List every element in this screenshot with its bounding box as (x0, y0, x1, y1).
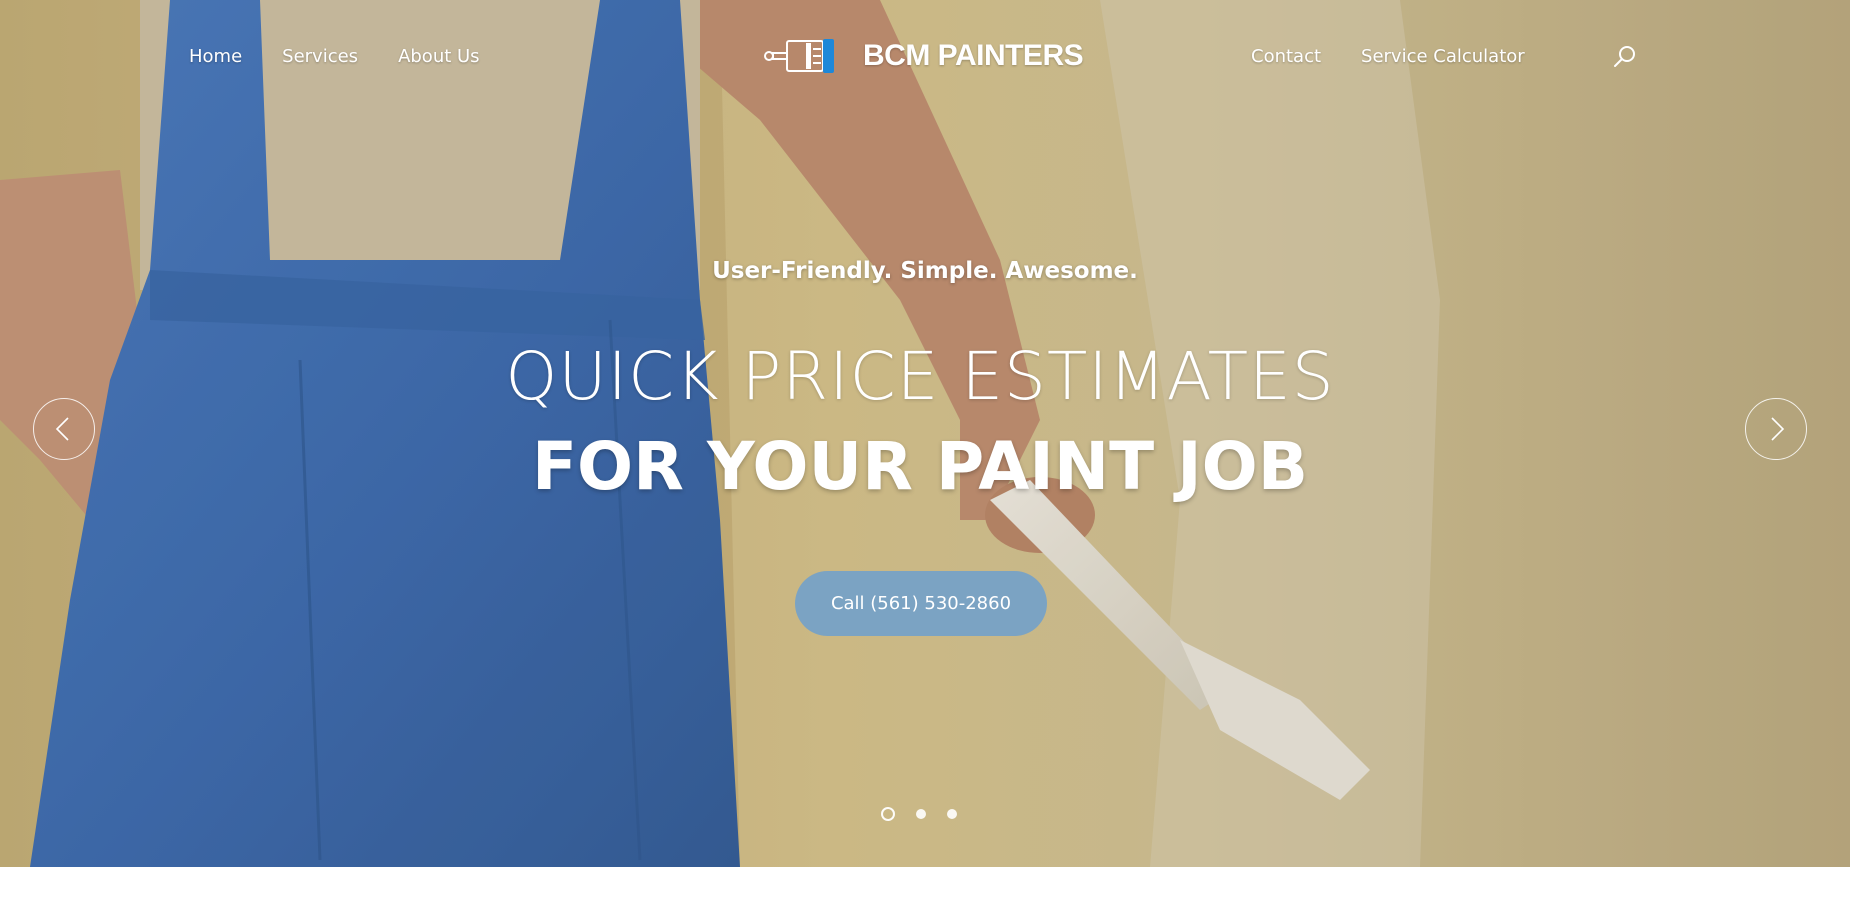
nav-home[interactable]: Home (189, 46, 242, 67)
paintbrush-logo-icon (764, 39, 834, 73)
hero-slider: Home Services About Us BCM PAINTERS Cont… (0, 0, 1850, 867)
call-button[interactable]: Call (561) 530-2860 (795, 571, 1047, 636)
slider-dot-3[interactable] (947, 809, 957, 819)
search-icon[interactable] (1612, 44, 1638, 70)
nav-services[interactable]: Services (282, 46, 358, 67)
nav-about-us[interactable]: About Us (398, 46, 480, 67)
logo-text: BCM PAINTERS (863, 39, 1084, 72)
main-nav-right: Contact Service Calculator (1251, 46, 1525, 67)
site-logo[interactable]: BCM PAINTERS (763, 36, 1084, 76)
slider-prev-button[interactable] (33, 398, 95, 460)
main-nav-left: Home Services About Us (189, 46, 480, 67)
nav-contact[interactable]: Contact (1251, 46, 1321, 67)
slider-next-button[interactable] (1745, 398, 1807, 460)
hero-headline-line1: QUICK PRICE ESTIMATES (505, 338, 1335, 415)
slider-dot-2[interactable] (916, 809, 926, 819)
nav-service-calculator[interactable]: Service Calculator (1361, 46, 1525, 67)
slider-dot-1[interactable] (881, 807, 895, 821)
hero-tagline: User-Friendly. Simple. Awesome. (712, 258, 1138, 284)
hero-headline-line2: FOR YOUR PAINT JOB (531, 428, 1309, 505)
slider-pagination (881, 807, 957, 821)
chevron-right-icon (1771, 417, 1785, 441)
chevron-left-icon (55, 417, 69, 441)
